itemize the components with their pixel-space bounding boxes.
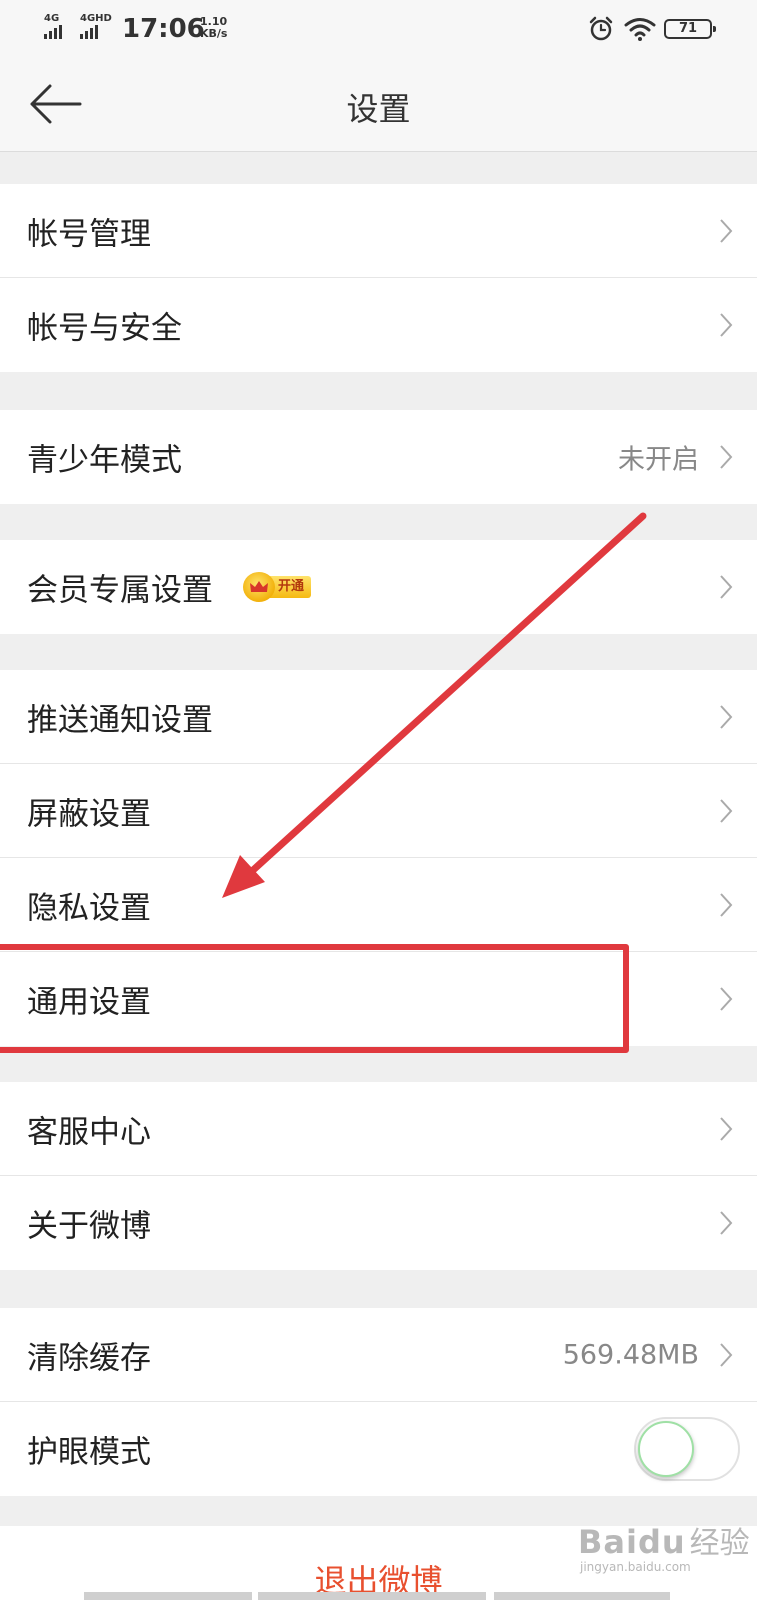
- row-about-weibo[interactable]: 关于微博: [0, 1176, 757, 1270]
- eye-protection-toggle[interactable]: [634, 1417, 740, 1481]
- row-label: 客服中心: [27, 1114, 151, 1150]
- watermark-cn: 经验: [689, 1526, 750, 1561]
- row-vip-settings[interactable]: 会员专属设置 开通: [0, 540, 757, 634]
- crown-icon: [243, 572, 275, 602]
- settings-group-help: 客服中心 关于微博: [0, 1082, 757, 1270]
- row-label: 青少年模式: [27, 442, 182, 479]
- row-push-notification[interactable]: 推送通知设置: [0, 670, 757, 764]
- signal-2-label: 4GHD: [80, 13, 112, 24]
- row-clear-cache[interactable]: 清除缓存 569.48MB: [0, 1308, 757, 1402]
- chevron-right-icon: [720, 704, 733, 729]
- settings-group-storage: 清除缓存 569.48MB 护眼模式: [0, 1308, 757, 1496]
- row-label: 屏蔽设置: [27, 796, 151, 832]
- alarm-icon: [589, 16, 613, 41]
- network-speed: 1.10 KB/s: [200, 16, 227, 40]
- settings-group-vip: 会员专属设置 开通: [0, 540, 757, 634]
- row-label: 推送通知设置: [27, 702, 213, 738]
- row-label: 隐私设置: [27, 890, 151, 926]
- row-label: 护眼模式: [27, 1434, 151, 1471]
- chevron-right-icon: [720, 575, 733, 599]
- settings-group-account: 帐号管理 帐号与安全: [0, 184, 757, 372]
- chevron-right-icon: [720, 313, 733, 337]
- settings-group-youth: 青少年模式 未开启: [0, 410, 757, 504]
- signal-strength-1: 4G: [44, 14, 62, 39]
- row-block-settings[interactable]: 屏蔽设置: [0, 764, 757, 858]
- row-label: 帐号与安全: [27, 310, 182, 347]
- chevron-right-icon: [720, 1211, 733, 1235]
- row-account-security[interactable]: 帐号与安全: [0, 278, 757, 372]
- vip-badge[interactable]: 开通: [243, 572, 319, 602]
- nav-bar: 设置: [0, 58, 757, 152]
- watermark-url: jingyan.baidu.com: [580, 1560, 691, 1574]
- chevron-right-icon: [720, 1116, 733, 1141]
- signal-strength-2: 4GHD: [80, 14, 112, 39]
- chevron-right-icon: [720, 892, 733, 917]
- signal-1-label: 4G: [44, 13, 60, 24]
- bottom-bar-segment: [258, 1592, 486, 1600]
- watermark-brand-suffix: du: [637, 1523, 686, 1561]
- row-account-management[interactable]: 帐号管理: [0, 184, 757, 278]
- wifi-icon: [624, 18, 656, 41]
- battery-icon: 71: [664, 19, 716, 39]
- watermark-brand: Bai: [578, 1523, 638, 1561]
- chevron-right-icon: [720, 798, 733, 823]
- row-eye-protection: 护眼模式: [0, 1402, 757, 1496]
- status-bar: 4G 4GHD 17:06 1.10 KB/s 71: [0, 0, 757, 58]
- chevron-right-icon: [720, 1342, 733, 1367]
- bottom-bar-segment: [494, 1592, 670, 1600]
- row-label: 通用设置: [27, 984, 151, 1021]
- chevron-right-icon: [720, 445, 733, 469]
- signal-bars-icon: [44, 25, 62, 39]
- chevron-right-icon: [720, 218, 733, 243]
- row-privacy-settings[interactable]: 隐私设置: [0, 858, 757, 952]
- youth-mode-status: 未开启: [618, 444, 699, 476]
- row-label: 关于微博: [27, 1208, 151, 1245]
- settings-group-general: 推送通知设置 屏蔽设置 隐私设置 通用设置: [0, 670, 757, 1046]
- row-general-settings[interactable]: 通用设置: [0, 952, 757, 1046]
- bottom-bar-segment: [84, 1592, 252, 1600]
- network-speed-unit: KB/s: [200, 27, 228, 40]
- baidu-watermark: Baidu 经验 jingyan.baidu.com: [578, 1518, 750, 1574]
- row-customer-service[interactable]: 客服中心: [0, 1082, 757, 1176]
- signal-bars-icon: [80, 25, 112, 39]
- chevron-right-icon: [720, 987, 733, 1011]
- row-label: 清除缓存: [27, 1340, 151, 1376]
- status-time: 17:06: [122, 14, 205, 44]
- row-label: 帐号管理: [27, 216, 151, 252]
- cache-size: 569.48MB: [562, 1339, 699, 1370]
- row-youth-mode[interactable]: 青少年模式 未开启: [0, 410, 757, 504]
- toggle-knob: [638, 1421, 694, 1477]
- row-label: 会员专属设置: [27, 572, 213, 609]
- page-title: 设置: [346, 90, 411, 128]
